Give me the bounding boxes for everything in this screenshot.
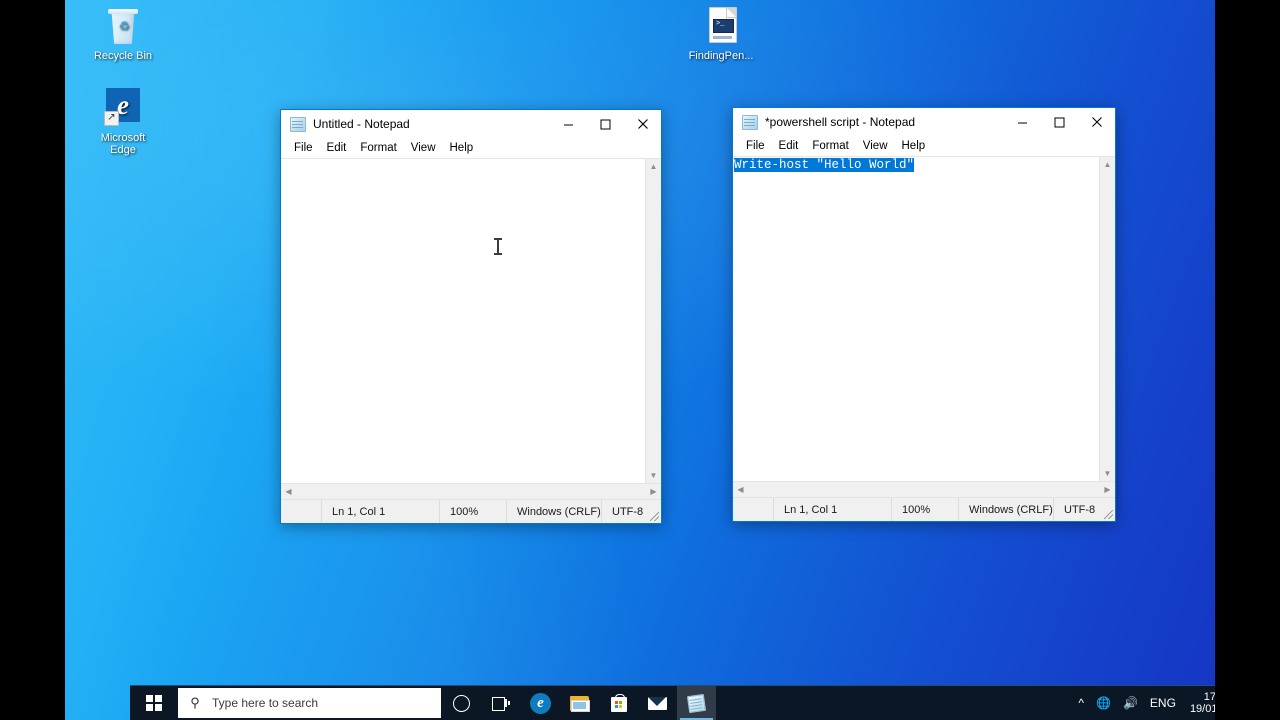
start-button[interactable] [130,686,178,720]
menu-bar[interactable]: File Edit Format View Help [733,136,1115,156]
window-title: Untitled - Notepad [313,117,410,131]
status-cursor-position: Ln 1, Col 1 [321,500,439,523]
editor-content: Write-host "Hello World" [733,157,1099,173]
title-bar[interactable]: Untitled - Notepad [281,110,661,138]
minimize-button[interactable] [550,110,587,138]
close-button[interactable] [624,110,661,138]
notepad-window-untitled[interactable]: Untitled - Notepad File Edit Format View… [280,109,662,524]
powershell-prompt-glyph: >_ [716,20,725,28]
minimize-button[interactable] [1004,108,1041,136]
show-hidden-icons-chevron[interactable]: ^ [1072,686,1090,720]
status-line-ending: Windows (CRLF) [958,498,1053,521]
window-controls [1004,108,1115,136]
scroll-left-arrow-icon[interactable]: ◀ [281,485,296,499]
resize-grip[interactable] [650,512,659,521]
menu-bar[interactable]: File Edit Format View Help [281,138,661,158]
screen: ♻ Recycle Bin e ↗ Microsoft Edge >_ Find… [0,0,1280,720]
windows-logo-icon [146,695,162,711]
maximize-button[interactable] [587,110,624,138]
status-bar: Ln 1, Col 1 100% Windows (CRLF) UTF-8 [281,499,661,523]
window-controls [550,110,661,138]
scroll-up-arrow-icon[interactable]: ▲ [646,159,661,174]
desktop-icon-label-line1: Microsoft [100,132,146,144]
menu-item-edit[interactable]: Edit [320,138,354,158]
desktop-icon-label-line2: Edge [110,144,136,156]
task-view-button[interactable] [481,686,521,720]
search-input[interactable]: ⚲ Type here to search [178,688,441,718]
system-tray[interactable]: ^ 🌐 🔊 ENG 17:16 19/01/2021 [1072,686,1215,720]
volume-icon[interactable]: 🔊 [1117,686,1144,720]
desktop-icon-microsoft-edge[interactable]: e ↗ Microsoft Edge [85,88,161,156]
desktop-icon-recycle-bin[interactable]: ♻ Recycle Bin [85,6,161,62]
edge-icon: e ↗ [103,88,143,128]
menu-item-help[interactable]: Help [895,136,933,156]
language-indicator[interactable]: ENG [1144,686,1182,720]
status-line-ending: Windows (CRLF) [506,500,601,523]
clock-time: 17:16 [1203,691,1215,703]
title-bar[interactable]: *powershell script - Notepad [733,108,1115,136]
desktop-icon-label: FindingPen... [688,50,754,62]
desktop-icon-label: Recycle Bin [93,50,153,62]
menu-item-help[interactable]: Help [443,138,481,158]
scroll-left-arrow-icon[interactable]: ◀ [733,483,748,497]
scroll-down-arrow-icon[interactable]: ▼ [1100,466,1115,481]
status-cursor-position: Ln 1, Col 1 [773,498,891,521]
menu-item-format[interactable]: Format [805,136,855,156]
network-icon[interactable]: 🌐 [1090,686,1117,720]
cortana-button[interactable] [441,686,481,720]
maximize-button[interactable] [1041,108,1078,136]
menu-item-file[interactable]: File [287,138,320,158]
notepad-icon [686,693,707,713]
status-zoom-level: 100% [891,498,958,521]
edge-icon: e [530,692,551,714]
editor-content [281,159,645,160]
selected-text: Write-host "Hello World" [734,158,915,172]
window-title: *powershell script - Notepad [765,115,916,129]
vertical-scrollbar[interactable]: ▲ ▼ [1099,157,1115,481]
mail-icon [648,696,667,710]
status-bar: Ln 1, Col 1 100% Windows (CRLF) UTF-8 [733,497,1115,521]
vertical-scrollbar[interactable]: ▲ ▼ [645,159,661,483]
menu-item-view[interactable]: View [404,138,443,158]
notepad-window-powershell-script[interactable]: *powershell script - Notepad File Edit F… [732,107,1116,522]
taskbar[interactable]: ⚲ Type here to search e ^ 🌐 🔊 ENG 17 19/… [130,685,1215,720]
text-editor-area[interactable] [281,159,645,483]
scroll-right-arrow-icon[interactable]: ▶ [1100,483,1115,497]
taskbar-app-microsoft-store[interactable] [599,686,638,720]
horizontal-scrollbar[interactable]: ◀ ▶ [281,483,661,499]
clock-date: 19/01/2021 [1189,703,1215,715]
recycle-bin-icon: ♻ [103,6,143,46]
taskbar-app-mail[interactable] [638,686,677,720]
taskbar-app-notepad[interactable] [677,686,716,720]
taskbar-app-microsoft-edge[interactable]: e [521,686,560,720]
scroll-down-arrow-icon[interactable]: ▼ [646,468,661,483]
task-view-icon [492,696,510,711]
status-zoom-level: 100% [439,500,506,523]
close-button[interactable] [1078,108,1115,136]
notepad-icon [290,116,306,132]
search-icon: ⚲ [190,695,200,710]
menu-item-view[interactable]: View [856,136,895,156]
horizontal-scrollbar[interactable]: ◀ ▶ [733,481,1115,497]
taskbar-app-file-explorer[interactable] [560,686,599,720]
scroll-right-arrow-icon[interactable]: ▶ [646,485,661,499]
desktop-icon-findingpen-script[interactable]: >_ FindingPen... [683,6,759,62]
resize-grip[interactable] [1104,510,1113,519]
clock[interactable]: 17:16 19/01/2021 [1182,686,1215,720]
menu-item-edit[interactable]: Edit [772,136,806,156]
text-editor-area[interactable]: Write-host "Hello World" [733,157,1099,481]
shortcut-arrow-icon: ↗ [104,111,119,126]
search-placeholder: Type here to search [212,696,319,710]
microsoft-store-icon [610,694,627,712]
menu-item-file[interactable]: File [739,136,772,156]
desktop[interactable]: ♻ Recycle Bin e ↗ Microsoft Edge >_ Find… [65,0,1215,720]
scroll-up-arrow-icon[interactable]: ▲ [1100,157,1115,172]
menu-item-format[interactable]: Format [353,138,403,158]
file-explorer-icon [570,695,590,712]
powershell-file-icon: >_ [701,6,741,46]
cortana-icon [452,694,470,712]
notepad-icon [742,114,758,130]
